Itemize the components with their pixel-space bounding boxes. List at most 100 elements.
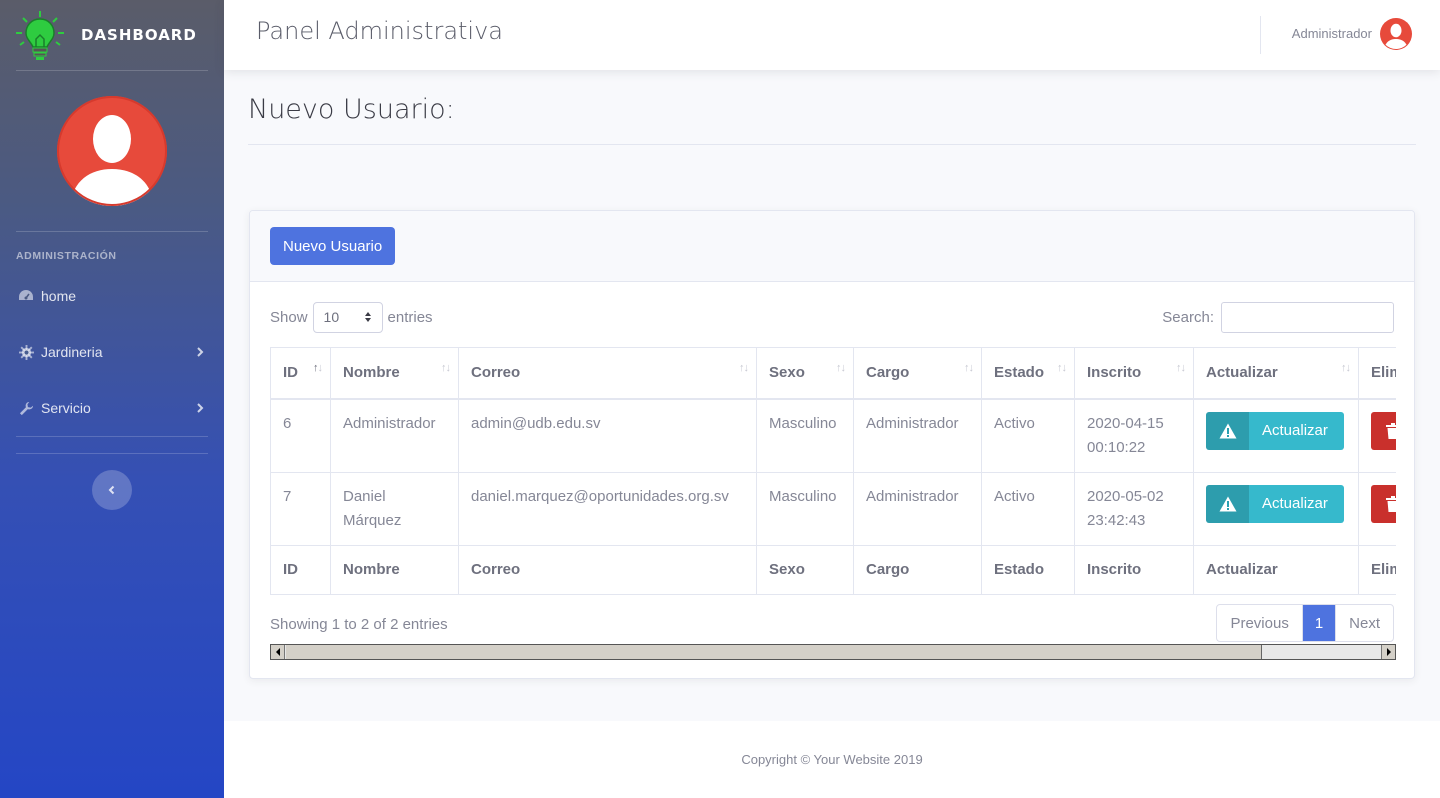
table-row: 7 Daniel Márquez daniel.marquez@oportuni…: [270, 471, 1396, 546]
cell-correo: admin@udb.edu.sv: [458, 398, 757, 473]
sort-icon: ↑↓: [441, 362, 451, 374]
sort-arrows-icon: [364, 312, 371, 322]
cell-correo: daniel.marquez@oportunidades.org.sv: [458, 471, 757, 546]
footer: Copyright © Your Website 2019: [224, 721, 1440, 798]
cell-eliminar: [1358, 398, 1396, 473]
trash-icon: [1386, 495, 1396, 512]
sort-icon: ↑↓: [964, 362, 974, 374]
cell-cargo: Administrador: [853, 398, 982, 473]
topbar-title: Panel Administrativa: [256, 17, 504, 45]
topbar-divider: [1260, 16, 1261, 54]
user-avatar-icon[interactable]: [1380, 18, 1412, 50]
scroll-left-arrow-icon[interactable]: [271, 645, 285, 659]
column-header[interactable]: Eliminar↑↓: [1358, 347, 1396, 400]
chevron-right-icon: [197, 347, 204, 357]
update-button[interactable]: Actualizar: [1206, 411, 1344, 450]
warning-icon: [1206, 484, 1249, 523]
cell-inscrito: 2020-05-02 23:42:43: [1074, 471, 1194, 546]
column-footer: ID: [270, 544, 331, 595]
scroll-right-arrow-icon[interactable]: [1381, 645, 1395, 659]
sidebar-avatar: [0, 71, 224, 231]
column-footer: Cargo: [853, 544, 982, 595]
column-header[interactable]: Inscrito ↑↓: [1074, 347, 1194, 400]
sidebar-heading: ADMINISTRACIÓN: [16, 250, 117, 262]
sidebar-item-label: home: [41, 288, 77, 304]
cell-id: 6: [270, 398, 331, 473]
copyright-text: Copyright © Your Website 2019: [741, 752, 923, 767]
wrench-icon: [18, 400, 34, 416]
sort-icon: ↑↓: [1176, 362, 1186, 374]
column-header[interactable]: Nombre ↑↓: [330, 347, 459, 400]
sort-icon: ↑↓: [739, 362, 749, 374]
sidebar-item-label: Jardineria: [41, 344, 103, 360]
update-button-label: Actualizar: [1262, 494, 1328, 512]
heading-divider: [248, 144, 1416, 145]
scrollbar-thumb[interactable]: [286, 645, 1262, 659]
cell-estado: Activo: [981, 471, 1075, 546]
column-header[interactable]: Actualizar ↑↓: [1193, 347, 1359, 400]
update-button-label: Actualizar: [1262, 421, 1328, 439]
user-name[interactable]: Administrador: [1292, 26, 1372, 41]
pagination-next[interactable]: Next: [1335, 605, 1393, 641]
column-footer: Sexo: [756, 544, 854, 595]
sidebar-item-servicio[interactable]: Servicio: [0, 380, 224, 436]
update-button[interactable]: Actualizar: [1206, 484, 1344, 523]
column-header[interactable]: Correo ↑↓: [458, 347, 757, 400]
lightbulb-icon: [16, 11, 64, 60]
sort-icon: ↑↓: [836, 362, 846, 374]
sidebar-brand[interactable]: DASHBOARD: [0, 0, 224, 70]
sort-icon: ↑↓: [1341, 362, 1351, 374]
delete-button[interactable]: [1371, 484, 1396, 523]
sidebar-toggle-button[interactable]: [92, 470, 132, 510]
user-avatar-icon: [57, 96, 167, 206]
pagination-previous[interactable]: Previous: [1217, 605, 1303, 641]
delete-button[interactable]: [1371, 411, 1396, 450]
cell-nombre: Daniel Márquez: [330, 471, 459, 546]
topbar: Panel Administrativa Administrador: [224, 0, 1440, 70]
cell-id: 7: [270, 471, 331, 546]
column-footer: Estado: [981, 544, 1075, 595]
column-header[interactable]: Sexo ↑↓: [756, 347, 854, 400]
column-footer: Eliminar: [1358, 544, 1396, 595]
column-footer: Correo: [458, 544, 757, 595]
cell-estado: Activo: [981, 398, 1075, 473]
column-header[interactable]: ID ↑↓: [270, 347, 331, 400]
cell-cargo: Administrador: [853, 471, 982, 546]
table-info: Showing 1 to 2 of 2 entries: [270, 616, 448, 633]
pagination-page[interactable]: 1: [1302, 605, 1336, 641]
sidebar: DASHBOARD ADMINISTRACIÓN home Jardineria: [0, 0, 224, 798]
table-header-row: ID ↑↓ Nombre ↑↓ Correo ↑↓ Sexo ↑↓ Cargo ↑↓ Es…: [270, 347, 1396, 400]
users-table: ID ↑↓ Nombre ↑↓ Correo ↑↓ Sexo ↑↓ Cargo ↑↓ Es…: [270, 347, 1396, 595]
cog-icon: [18, 344, 34, 360]
search-label: Search:: [1162, 308, 1214, 326]
users-table-wrapper: ID ↑↓ Nombre ↑↓ Correo ↑↓ Sexo ↑↓ Cargo ↑↓ Es…: [270, 347, 1396, 595]
page-title: Nuevo Usuario:: [248, 94, 455, 125]
search-control: Search:: [1162, 301, 1394, 333]
table-row: 6 Administrador admin@udb.edu.sv Masculi…: [270, 398, 1396, 473]
sort-asc-icon: ↑↓: [313, 362, 323, 374]
entries-select[interactable]: 10: [312, 301, 383, 333]
cell-inscrito: 2020-04-15 00:10:22: [1074, 398, 1194, 473]
entries-label: entries: [387, 308, 433, 326]
horizontal-scrollbar[interactable]: [270, 644, 1396, 660]
column-header[interactable]: Estado ↑↓: [981, 347, 1075, 400]
sidebar-item-home[interactable]: home: [0, 268, 224, 324]
chevron-left-icon: [108, 485, 115, 495]
column-header[interactable]: Cargo ↑↓: [853, 347, 982, 400]
new-user-button[interactable]: Nuevo Usuario: [270, 227, 396, 265]
sidebar-item-jardineria[interactable]: Jardineria: [0, 324, 224, 380]
table-footer-row: ID Nombre Correo Sexo Cargo Estado Inscr…: [270, 544, 1396, 595]
search-input[interactable]: [1221, 301, 1394, 333]
column-footer: Actualizar: [1193, 544, 1359, 595]
cell-sexo: Masculino: [756, 471, 854, 546]
cell-actualizar: Actualizar: [1193, 398, 1359, 473]
cell-eliminar: [1358, 471, 1396, 546]
column-footer: Nombre: [330, 544, 459, 595]
tachometer-icon: [18, 288, 34, 304]
column-footer: Inscrito: [1074, 544, 1194, 595]
sidebar-divider: [16, 453, 208, 454]
sidebar-divider: [16, 436, 208, 437]
pagination: Previous 1 Next: [1216, 604, 1394, 642]
table-controls: Show 10 entries Search:: [270, 301, 1394, 333]
sort-icon: ↑↓: [1057, 362, 1067, 374]
